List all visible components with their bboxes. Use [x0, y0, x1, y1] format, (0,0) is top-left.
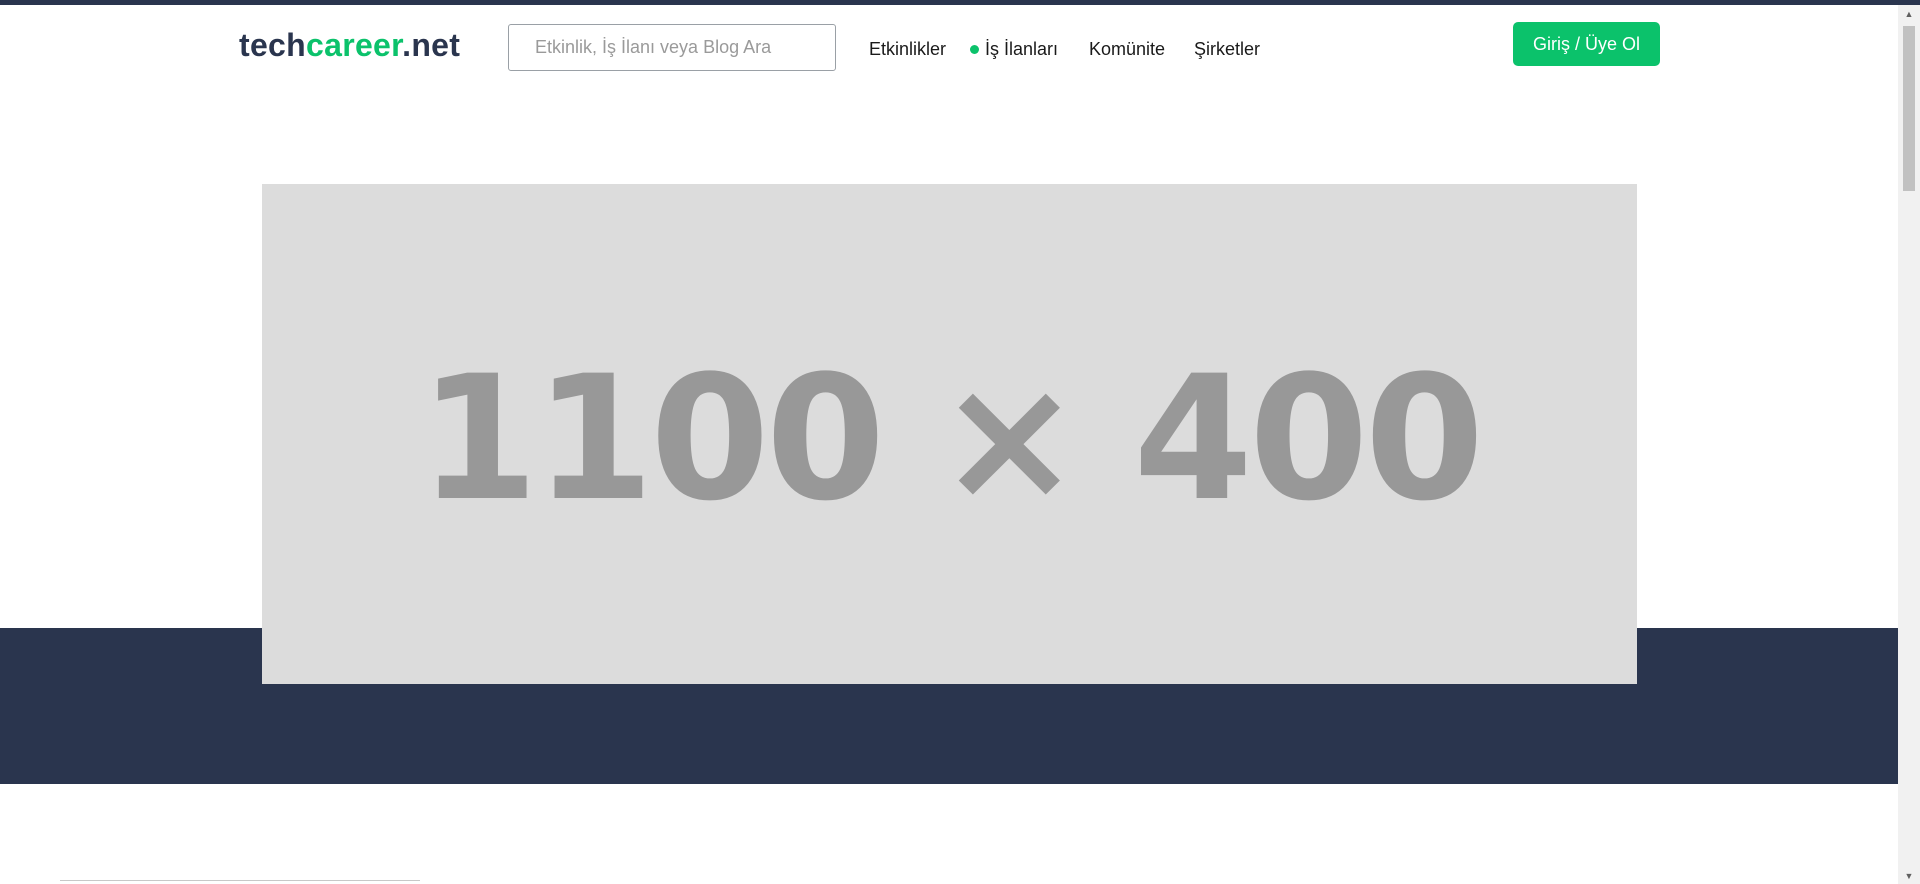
hero-placeholder-text: 1100 × 400 — [418, 337, 1485, 539]
logo-net-text: .net — [402, 27, 461, 63]
login-register-button[interactable]: Giriş / Üye Ol — [1513, 22, 1660, 66]
scrollbar-thumb[interactable] — [1903, 26, 1915, 191]
nav-item-jobs-label: İş İlanları — [985, 39, 1059, 59]
site-logo[interactable]: techcareer.net — [239, 27, 460, 64]
site-header: techcareer.net Etkinlikler İş İlanları K… — [0, 5, 1898, 85]
triangle-up-icon[interactable]: ▲ — [1898, 5, 1920, 22]
logo-tech-text: tech — [239, 27, 306, 63]
nav-item-jobs[interactable]: İş İlanları — [970, 34, 1058, 64]
vertical-scrollbar[interactable]: ▲ ▼ — [1898, 5, 1920, 884]
green-dot-icon — [970, 44, 979, 54]
bottom-divider — [60, 880, 420, 881]
nav-item-companies[interactable]: Şirketler — [1194, 34, 1260, 64]
hero-banner-placeholder: 1100 × 400 — [262, 184, 1637, 684]
triangle-down-icon[interactable]: ▼ — [1898, 867, 1920, 884]
nav-item-events[interactable]: Etkinlikler — [869, 34, 946, 64]
search-input[interactable] — [508, 24, 836, 71]
nav-item-community[interactable]: Komünite — [1089, 34, 1165, 64]
logo-career-text: career — [306, 27, 403, 63]
